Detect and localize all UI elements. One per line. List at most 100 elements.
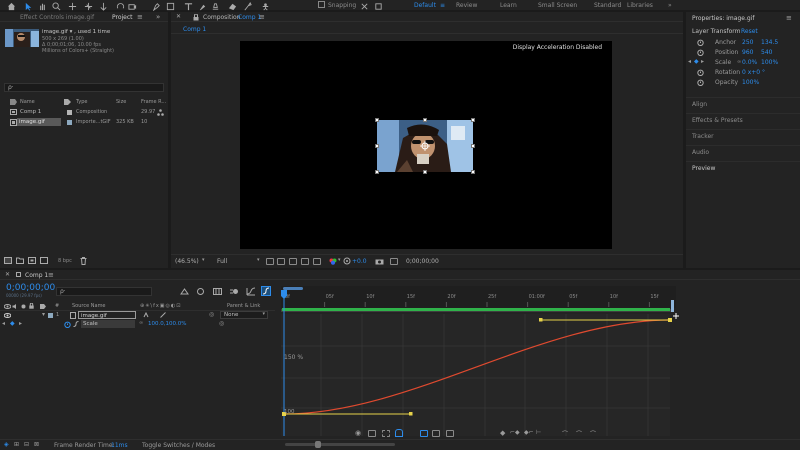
show-properties-icon[interactable]: ◉ bbox=[355, 429, 361, 437]
parent-dropdown[interactable]: None ▾ bbox=[220, 311, 268, 319]
panel-menu-icon[interactable]: ≡ bbox=[786, 14, 792, 22]
layer-name[interactable]: image.gif bbox=[78, 311, 136, 319]
video-visibility-icon[interactable] bbox=[4, 313, 11, 318]
new-composition-icon[interactable] bbox=[28, 257, 36, 264]
clone-stamp-tool-icon[interactable] bbox=[211, 2, 220, 11]
column-frame-rate[interactable]: Frame R... bbox=[141, 99, 166, 105]
keyframe-diamond-icon[interactable]: ◆ bbox=[694, 58, 699, 65]
panel-audio[interactable]: Audio bbox=[686, 145, 800, 161]
constrain-proportions-icon[interactable]: ∞ bbox=[737, 59, 741, 65]
graph-editor-canvas[interactable]: 0f 05f 10f 15f 20f 25f 01:00f 05f 10f 15f 150 % 1… bbox=[281, 286, 684, 436]
selection-tool-icon[interactable] bbox=[24, 2, 33, 11]
interpret-footage-icon[interactable] bbox=[4, 257, 12, 264]
hand-tool-icon[interactable] bbox=[38, 2, 47, 11]
snap-edges-icon[interactable] bbox=[374, 2, 383, 11]
zoom-slider-thumb[interactable] bbox=[315, 441, 321, 448]
channels-icon[interactable] bbox=[329, 258, 337, 265]
brush-tool-icon[interactable] bbox=[198, 2, 207, 11]
exposure-reset-icon[interactable] bbox=[343, 257, 351, 265]
guides-icon[interactable] bbox=[313, 258, 321, 265]
anchor-point-icon[interactable] bbox=[420, 141, 430, 151]
breadcrumb-comp[interactable]: Comp 1 bbox=[183, 26, 206, 33]
tab-project[interactable]: Project bbox=[112, 14, 133, 21]
source-name-header[interactable]: Source Name bbox=[72, 303, 106, 309]
workspace-overflow-icon[interactable]: » bbox=[668, 2, 672, 9]
prop-value[interactable]: 134.5 bbox=[761, 39, 778, 46]
composition-tab-label[interactable]: Composition bbox=[203, 14, 240, 21]
work-area-top-bar[interactable] bbox=[283, 287, 303, 290]
chevron-down-icon[interactable]: ▾ bbox=[202, 257, 205, 263]
transform-box-icon[interactable] bbox=[382, 430, 390, 437]
workspace-review[interactable]: Review bbox=[456, 2, 477, 9]
stopwatch-icon[interactable] bbox=[64, 321, 71, 328]
panel-menu-icon[interactable]: ≡ bbox=[259, 13, 265, 21]
stretch-icon[interactable]: ⊠ bbox=[34, 441, 39, 448]
graph-editor[interactable]: 0f 05f 10f 15f 20f 25f 01:00f 05f 10f 15f 150 % 1… bbox=[281, 286, 684, 436]
panel-align[interactable]: Align bbox=[686, 97, 800, 113]
new-folder-icon[interactable] bbox=[16, 257, 24, 264]
stopwatch-icon[interactable] bbox=[697, 69, 704, 76]
graph-type-icon[interactable] bbox=[73, 321, 79, 327]
workspace-libraries[interactable]: Libraries bbox=[627, 2, 653, 9]
quality-switch-icon[interactable] bbox=[160, 312, 166, 318]
panel-preview[interactable]: Preview bbox=[686, 161, 800, 177]
toggle-switches-modes[interactable]: Toggle Switches / Modes bbox=[142, 442, 215, 449]
resolution-dropdown[interactable]: Full bbox=[217, 258, 227, 265]
close-tab-icon[interactable]: ✕ bbox=[176, 13, 181, 20]
easy-ease-icon[interactable]: ⌒ bbox=[562, 429, 568, 438]
graph-options-icon[interactable] bbox=[368, 430, 376, 437]
edit-keyframe-icon[interactable]: ◆ bbox=[500, 429, 505, 437]
project-search-field[interactable]: ρ· bbox=[4, 83, 164, 92]
stopwatch-icon[interactable] bbox=[697, 79, 704, 86]
hold-keyframe-icon[interactable]: ⌐◆ bbox=[510, 429, 520, 436]
transform-handle[interactable] bbox=[423, 170, 427, 174]
orbit-tool-icon[interactable] bbox=[68, 2, 77, 11]
property-row-scale[interactable]: ◂ ◆ ▸ Scale ∞ 100.0,100.0% ◎ bbox=[0, 320, 275, 329]
lock-icon[interactable] bbox=[193, 14, 199, 21]
transfer-controls-icon[interactable]: ⊞ bbox=[14, 441, 19, 448]
mask-visibility-icon[interactable] bbox=[289, 258, 297, 265]
transform-handle[interactable] bbox=[471, 118, 475, 122]
keyframe-nav-left-icon[interactable]: ◂ bbox=[688, 58, 691, 65]
snapping-checkbox[interactable] bbox=[318, 1, 325, 8]
workspace-learn[interactable]: Learn bbox=[500, 2, 517, 9]
timeline-search-field[interactable]: ρ· bbox=[56, 287, 152, 296]
magnification-dropdown[interactable]: (46.5%) bbox=[175, 258, 199, 265]
exposure-value[interactable]: +0.0 bbox=[352, 258, 367, 265]
graph-editor-icon[interactable] bbox=[246, 287, 256, 296]
fit-selection-icon[interactable] bbox=[420, 430, 428, 437]
keyframe-diamond-icon[interactable]: ◆ bbox=[10, 320, 15, 327]
panel-overflow-icon[interactable]: » bbox=[156, 13, 160, 21]
label-swatch[interactable] bbox=[48, 313, 53, 318]
close-tab-icon[interactable]: ✕ bbox=[5, 271, 10, 278]
keyframe-point[interactable] bbox=[668, 318, 672, 322]
eraser-tool-icon[interactable] bbox=[228, 2, 237, 11]
prop-value[interactable]: 100% bbox=[761, 59, 778, 66]
parent-pickwhip-icon[interactable]: ◎ bbox=[209, 311, 214, 318]
fast-previews-icon[interactable] bbox=[266, 258, 274, 265]
transparency-grid-icon[interactable] bbox=[277, 258, 285, 265]
frame-blending-icon[interactable] bbox=[213, 288, 222, 295]
project-row-gif[interactable]: image.gif Importe...tGIF 325 KB 10 bbox=[0, 118, 168, 127]
asset-name[interactable]: image.gif ▾ , used 1 time bbox=[42, 29, 110, 35]
transform-handle[interactable] bbox=[375, 118, 379, 122]
shy-switch-icon[interactable] bbox=[143, 312, 149, 318]
transform-handle[interactable] bbox=[375, 144, 379, 148]
prop-value[interactable]: 0.0% bbox=[742, 59, 757, 66]
label-swatch[interactable] bbox=[67, 120, 72, 125]
graph-editor-toggle-icon[interactable] bbox=[261, 286, 271, 296]
prop-value[interactable]: 540 bbox=[761, 49, 772, 56]
transform-handle[interactable] bbox=[471, 170, 475, 174]
shy-layers-icon[interactable] bbox=[196, 288, 205, 295]
pan-tool-icon[interactable] bbox=[84, 2, 93, 11]
zoom-tool-icon[interactable] bbox=[52, 2, 61, 11]
tab-effect-controls[interactable]: Effect Controls image.gif bbox=[20, 14, 94, 21]
region-of-interest-icon[interactable] bbox=[301, 258, 309, 265]
keyframe-nav-right-icon[interactable]: ▸ bbox=[701, 58, 704, 65]
property-value[interactable]: 100.0,100.0% bbox=[148, 321, 186, 327]
home-icon[interactable] bbox=[7, 2, 16, 11]
workspace-default[interactable]: Default bbox=[414, 2, 436, 9]
column-name[interactable]: Name bbox=[20, 99, 35, 105]
trash-icon[interactable] bbox=[80, 257, 87, 265]
panel-tracker[interactable]: Tracker bbox=[686, 129, 800, 145]
